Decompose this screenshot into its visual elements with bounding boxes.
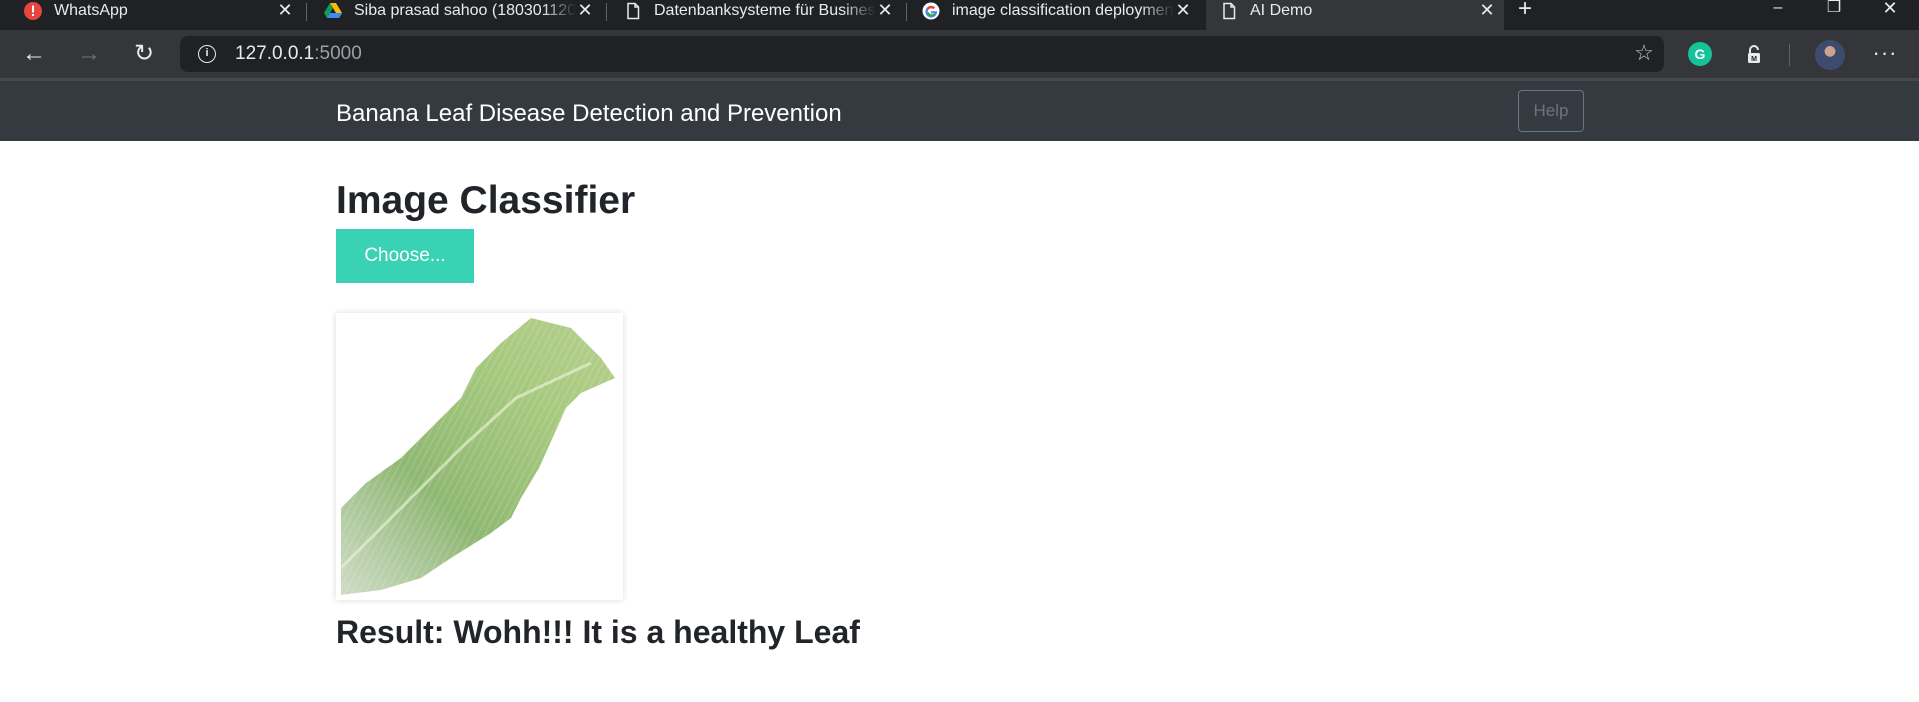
svg-text:M: M bbox=[1751, 56, 1757, 63]
site-info-icon[interactable]: i bbox=[198, 45, 216, 63]
url-port: :5000 bbox=[314, 43, 362, 64]
reload-icon[interactable]: ↻ bbox=[128, 38, 160, 70]
browser-tab-datenbank[interactable]: Datenbanksysteme für Business, ✕ bbox=[620, 0, 896, 30]
google-drive-icon bbox=[324, 3, 342, 18]
close-tab-icon[interactable]: ✕ bbox=[1476, 0, 1498, 22]
grammarly-extension-icon[interactable]: G bbox=[1688, 42, 1712, 66]
tab-title: Siba prasad sahoo (18030112003 bbox=[354, 2, 576, 19]
address-bar[interactable]: i 127.0.0.1:5000 ☆ bbox=[180, 36, 1664, 72]
site-navbar: Banana Leaf Disease Detection and Preven… bbox=[0, 78, 1919, 141]
close-window-button[interactable]: ✕ bbox=[1868, 0, 1912, 22]
tab-title: WhatsApp bbox=[54, 2, 128, 19]
forward-arrow-icon[interactable]: → bbox=[73, 38, 105, 70]
close-tab-icon[interactable]: ✕ bbox=[1172, 0, 1194, 22]
tab-divider bbox=[906, 3, 907, 21]
browser-tab-google-search[interactable]: image classification deployment ✕ bbox=[918, 0, 1194, 30]
result-text: Result: Wohh!!! It is a healthy Leaf bbox=[336, 614, 860, 650]
tab-title: AI Demo bbox=[1250, 2, 1313, 19]
close-tab-icon[interactable]: ✕ bbox=[274, 0, 296, 22]
more-menu-icon[interactable]: ··· bbox=[1870, 40, 1900, 70]
toolbar-divider bbox=[1789, 44, 1790, 66]
browser-toolbar: ← → ↻ i 127.0.0.1:5000 ☆ G M ··· bbox=[0, 30, 1919, 78]
image-preview bbox=[336, 313, 623, 600]
close-tab-icon[interactable]: ✕ bbox=[874, 0, 896, 22]
help-button[interactable]: Help bbox=[1518, 90, 1584, 132]
tab-title: Datenbanksysteme für Business, bbox=[654, 2, 876, 19]
banana-leaf-image bbox=[341, 318, 615, 595]
site-brand[interactable]: Banana Leaf Disease Detection and Preven… bbox=[336, 100, 842, 128]
tab-divider bbox=[306, 3, 307, 21]
choose-file-button[interactable]: Choose... bbox=[336, 229, 474, 283]
bookmark-star-icon[interactable]: ☆ bbox=[1630, 39, 1658, 67]
tab-title: image classification deployment bbox=[952, 2, 1174, 19]
google-icon bbox=[922, 2, 940, 20]
extension-lock-icon[interactable]: M bbox=[1742, 42, 1766, 66]
page-title: Image Classifier bbox=[336, 179, 636, 222]
back-arrow-icon[interactable]: ← bbox=[18, 38, 50, 70]
close-tab-icon[interactable]: ✕ bbox=[574, 0, 596, 22]
profile-avatar[interactable] bbox=[1815, 40, 1845, 70]
new-tab-button[interactable]: + bbox=[1514, 0, 1536, 21]
restore-window-button[interactable]: ❐ bbox=[1812, 0, 1856, 22]
url-host: 127.0.0.1 bbox=[235, 43, 315, 64]
browser-tab-ai-demo[interactable]: AI Demo ✕ bbox=[1206, 0, 1504, 30]
whatsapp-notification-icon bbox=[24, 2, 42, 20]
tab-divider bbox=[606, 3, 607, 21]
browser-tab-strip: WhatsApp ✕ Siba prasad sahoo (1803011200… bbox=[0, 0, 1919, 30]
page-icon bbox=[627, 2, 640, 20]
browser-tab-drive[interactable]: Siba prasad sahoo (18030112003 ✕ bbox=[320, 0, 596, 30]
browser-tab-whatsapp[interactable]: WhatsApp ✕ bbox=[20, 0, 296, 30]
url-text[interactable]: 127.0.0.1:5000 bbox=[235, 43, 362, 65]
page-icon bbox=[1223, 2, 1236, 20]
minimize-window-button[interactable]: – bbox=[1756, 0, 1800, 22]
